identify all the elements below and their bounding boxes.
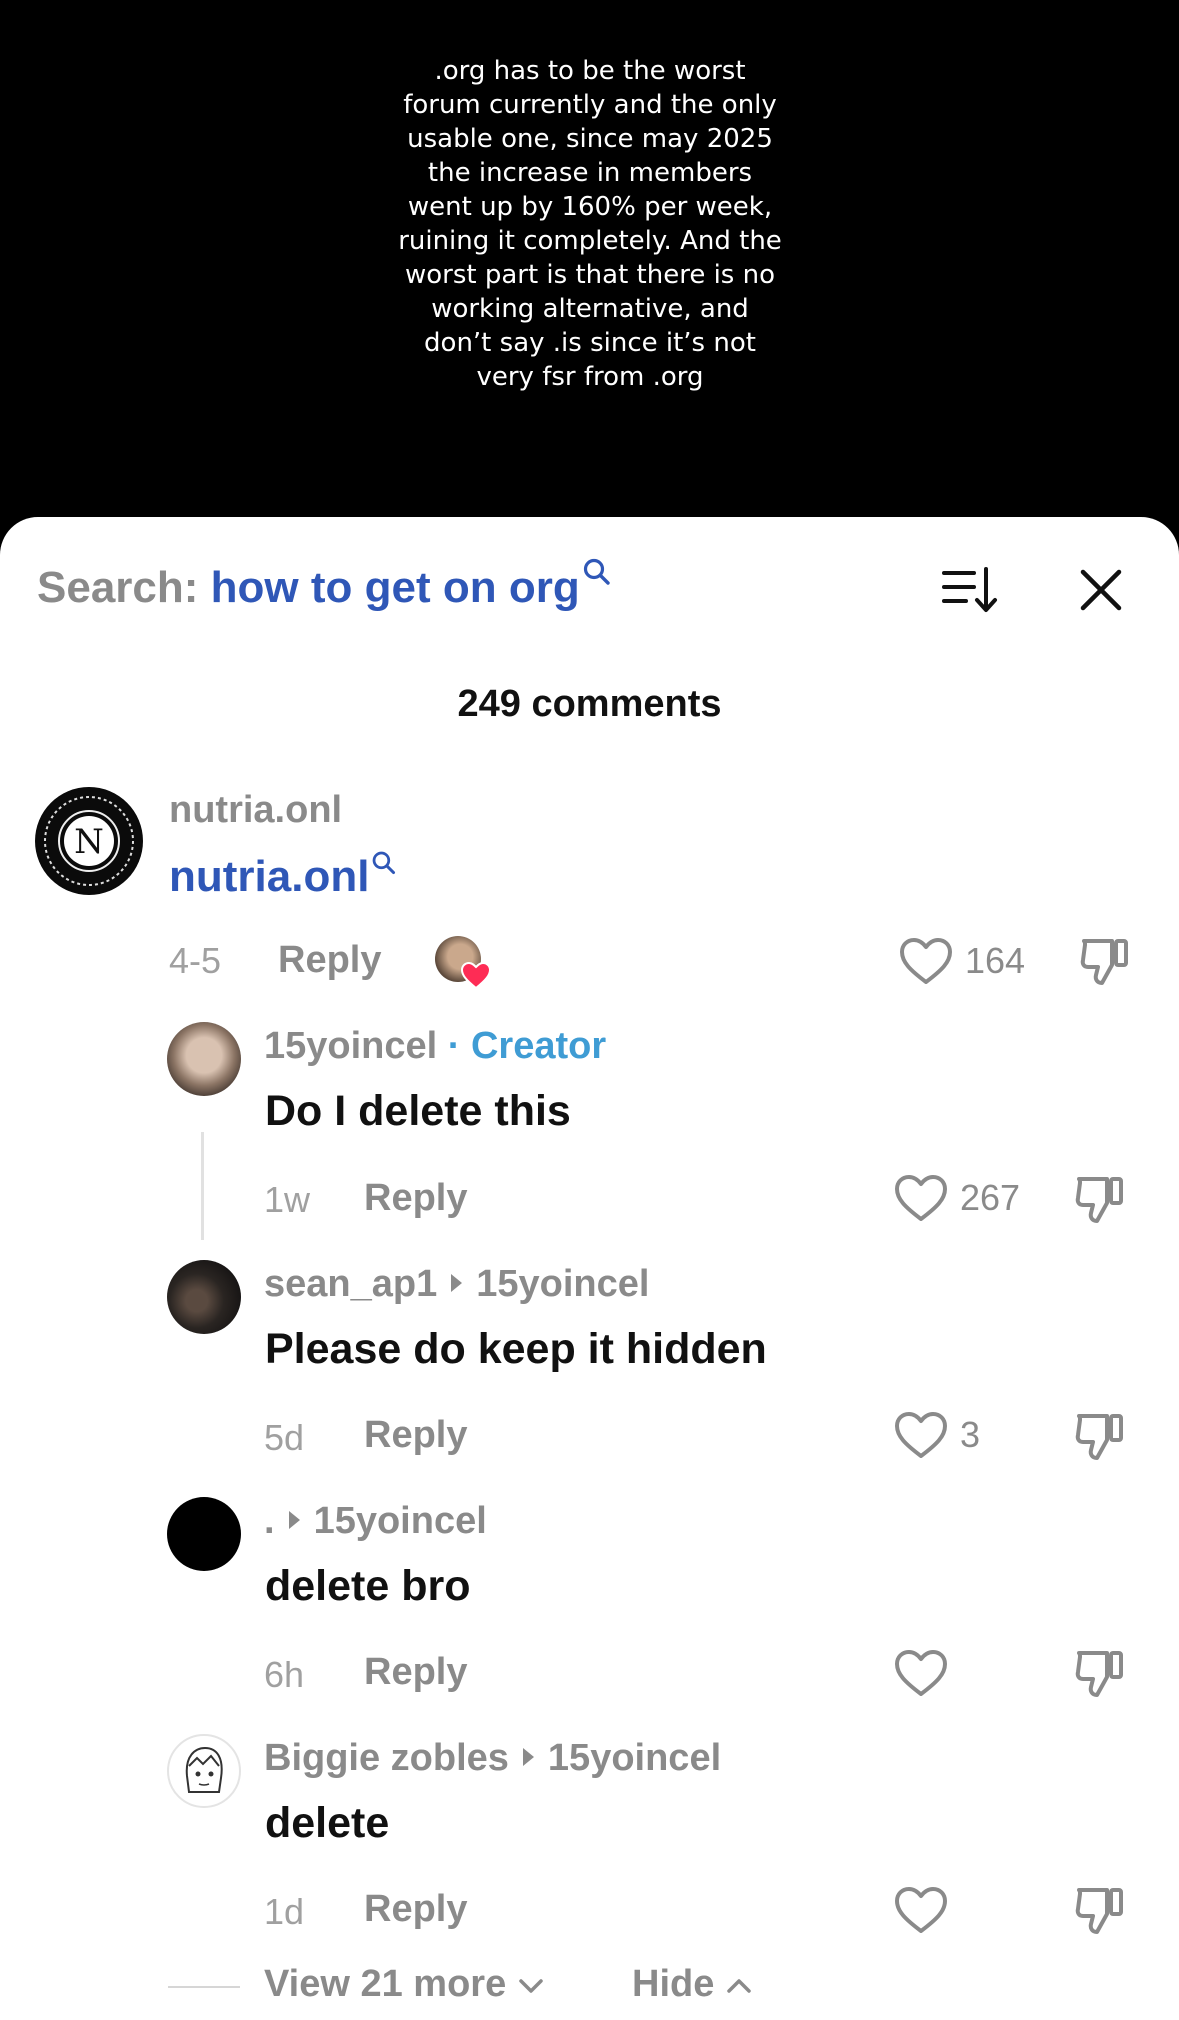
hide-label: Hide: [632, 1963, 715, 2005]
like-icon[interactable]: [893, 1172, 949, 1224]
avatar[interactable]: N: [35, 787, 143, 895]
username-text: sean_ap1: [264, 1263, 438, 1305]
like-count: 267: [960, 1177, 1021, 1218]
reply-date: 6h: [264, 1654, 305, 1695]
dislike-icon[interactable]: [1073, 1882, 1129, 1938]
avatar[interactable]: [167, 1260, 241, 1334]
comment-username[interactable]: nutria.onl: [169, 789, 342, 832]
search-icon: [373, 851, 396, 875]
reply-date: 1w: [264, 1179, 311, 1220]
search-link[interactable]: Search: how to get on org: [37, 558, 612, 613]
reply-date: 5d: [264, 1417, 305, 1458]
avatar[interactable]: [167, 1734, 241, 1808]
like-icon[interactable]: [893, 1647, 949, 1699]
view-more-replies-button[interactable]: View 21 more: [264, 1963, 545, 2006]
search-query[interactable]: how to get on org: [211, 563, 580, 612]
username-text: 15yoincel: [264, 1025, 438, 1067]
dislike-icon[interactable]: [1073, 1408, 1129, 1464]
heart-icon: [461, 962, 491, 990]
reply-arrow-icon: [522, 1747, 534, 1766]
thread-line: [201, 1132, 204, 1240]
reply-username[interactable]: 15yoincel · Creator: [264, 1025, 606, 1068]
video-area[interactable]: .org has to be the worst forum currently…: [0, 0, 1179, 540]
dislike-icon[interactable]: [1073, 1645, 1129, 1701]
avatar[interactable]: [167, 1497, 241, 1571]
creator-badge: · Creator: [447, 1025, 607, 1067]
comment-search-link[interactable]: nutria.onl: [169, 851, 397, 902]
like-icon[interactable]: [898, 935, 954, 987]
view-more-label: View 21 more: [264, 1963, 507, 2005]
nutria-logo-icon: N: [37, 789, 141, 893]
like-count: 164: [965, 940, 1026, 981]
like-icon[interactable]: [893, 1884, 949, 1936]
comment-date: 4-5: [169, 940, 222, 981]
reply-target: 15yoincel: [547, 1737, 722, 1779]
reply-button[interactable]: Reply: [364, 1414, 467, 1457]
reply-button[interactable]: Reply: [364, 1651, 467, 1694]
hide-replies-button[interactable]: Hide: [632, 1963, 753, 2006]
chevron-up-icon: [727, 1979, 751, 1993]
comment-text: nutria.onl: [169, 852, 370, 901]
close-icon[interactable]: [1078, 567, 1124, 613]
reply-username[interactable]: . 15yoincel: [264, 1500, 487, 1543]
reply-target: 15yoincel: [476, 1263, 650, 1305]
reply-text: delete: [265, 1799, 390, 1847]
reply-target: 15yoincel: [313, 1500, 487, 1542]
dislike-icon[interactable]: [1073, 1171, 1129, 1227]
sort-icon[interactable]: [940, 565, 1000, 615]
search-icon: [583, 558, 610, 585]
reply-text: delete bro: [265, 1562, 471, 1610]
username-text: .: [264, 1500, 275, 1542]
creator-liked-badge: [435, 936, 491, 992]
reply-arrow-icon: [288, 1510, 300, 1529]
svg-text:N: N: [74, 822, 104, 862]
comments-sheet: Search: how to get on org 249 comments N…: [0, 517, 1179, 2020]
like-icon[interactable]: [893, 1409, 949, 1461]
search-label: Search:: [37, 563, 199, 612]
reply-arrow-icon: [451, 1273, 463, 1292]
username-text: Biggie zobles: [264, 1737, 509, 1779]
reply-button[interactable]: Reply: [364, 1177, 467, 1220]
reply-text: Please do keep it hidden: [265, 1325, 767, 1373]
comment-count: 249 comments: [457, 683, 722, 725]
anime-avatar-icon: [185, 1746, 223, 1793]
dislike-icon[interactable]: [1078, 933, 1134, 989]
video-caption: .org has to be the worst forum currently…: [398, 56, 782, 392]
reply-button[interactable]: Reply: [364, 1888, 467, 1931]
reply-username[interactable]: sean_ap1 15yoincel: [264, 1263, 649, 1306]
reply-username[interactable]: Biggie zobles 15yoincel: [264, 1737, 721, 1780]
reply-date: 1d: [264, 1891, 305, 1932]
divider: [168, 1986, 240, 1988]
reply-text: Do I delete this: [265, 1087, 571, 1135]
avatar[interactable]: [167, 1022, 241, 1096]
like-count: 3: [960, 1414, 981, 1455]
chevron-down-icon: [519, 1979, 543, 1993]
reply-button[interactable]: Reply: [278, 939, 381, 982]
